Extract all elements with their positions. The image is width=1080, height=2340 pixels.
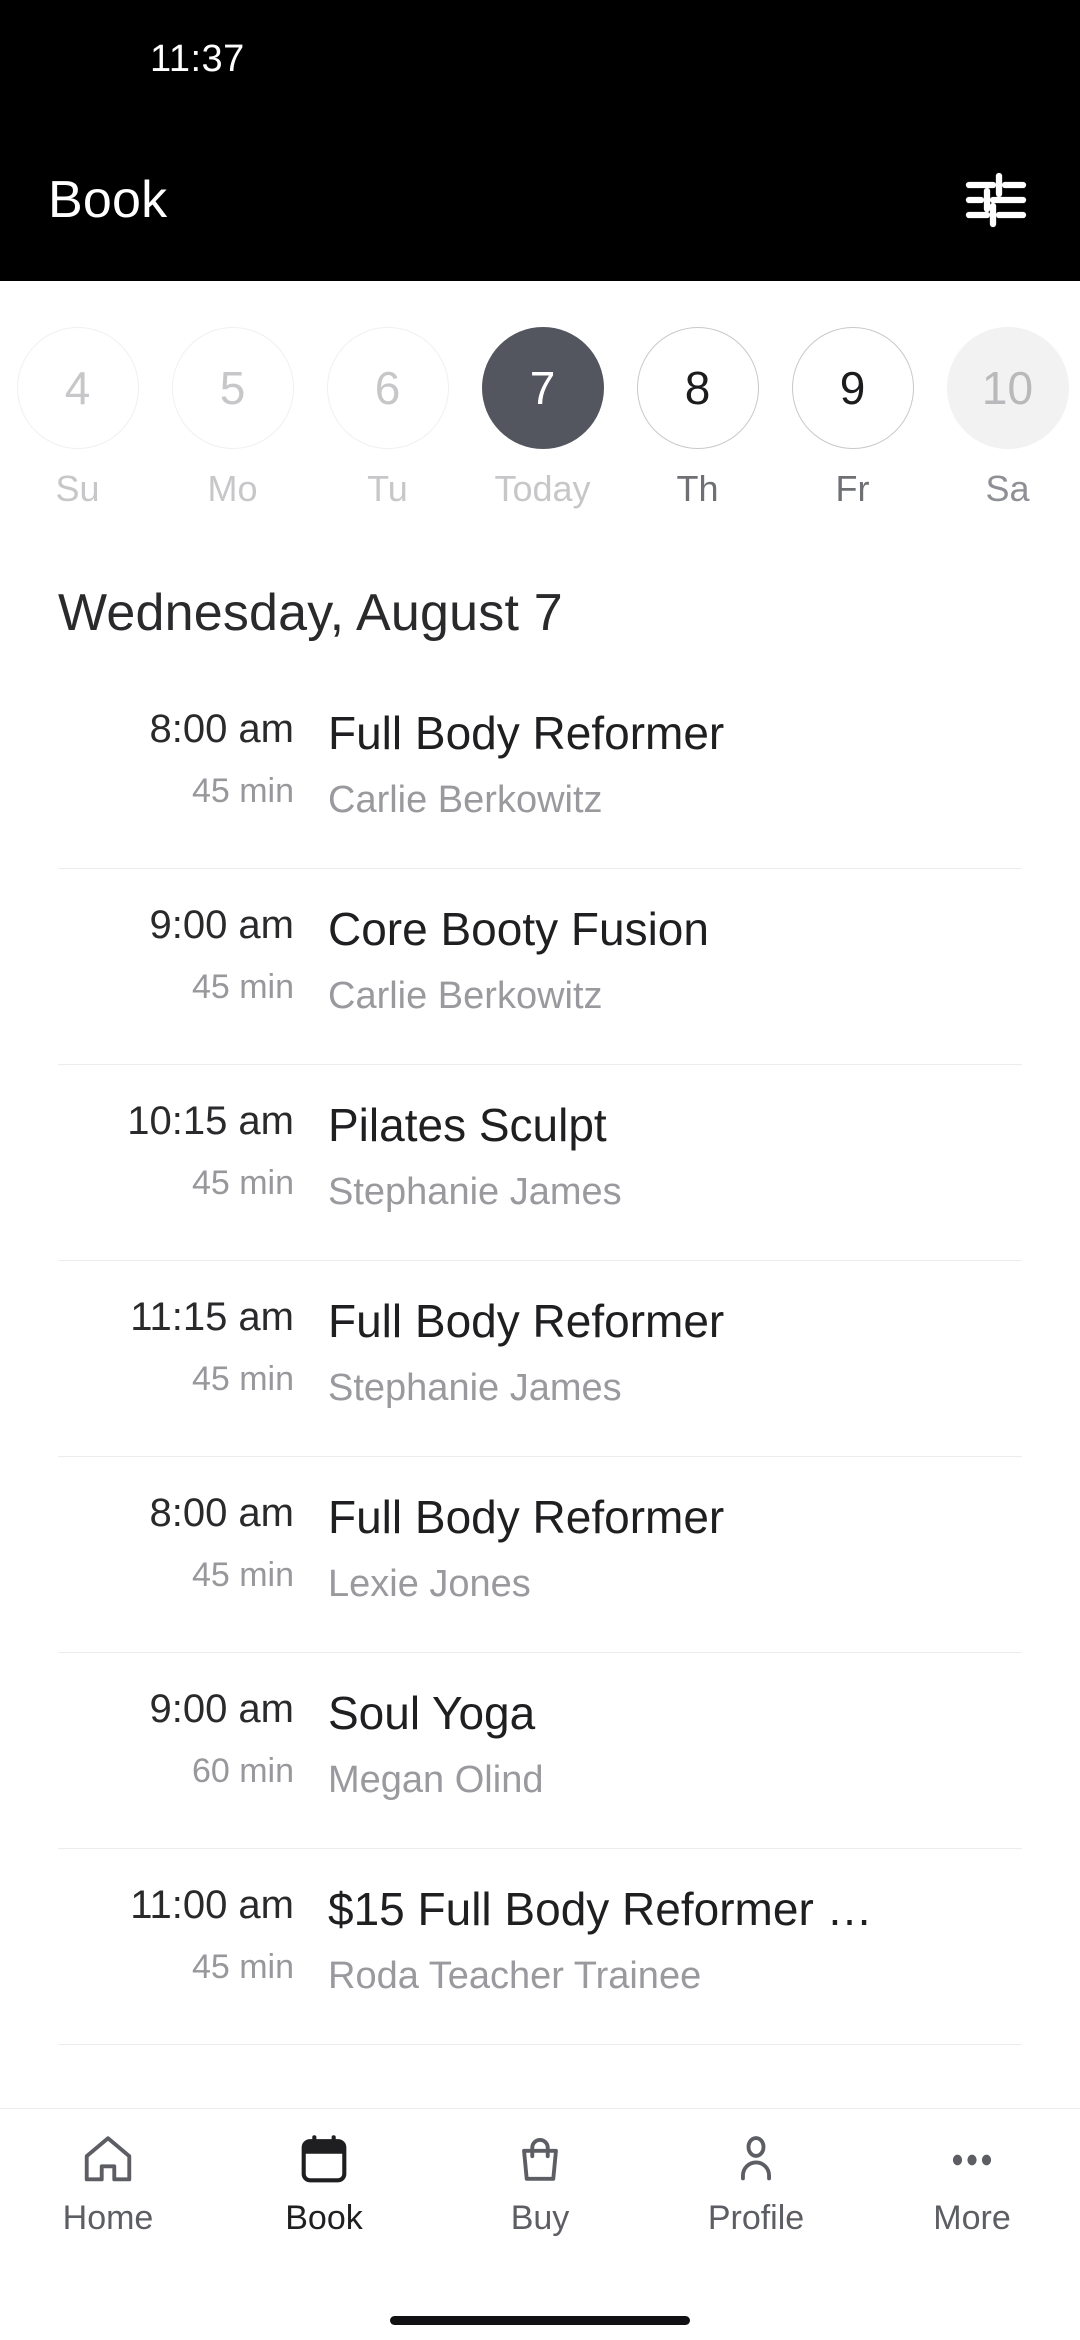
date-chip-number: 8 (636, 327, 759, 449)
class-info-column: Full Body Reformer Stephanie James (318, 1295, 1022, 1410)
class-start-time: 8:00 am (149, 707, 294, 751)
class-row[interactable]: 10:15 am 45 min Pilates Sculpt Stephanie Ja… (58, 1065, 1022, 1261)
nav-item-buy[interactable]: Buy (432, 2131, 648, 2235)
class-duration: 45 min (191, 772, 294, 810)
date-chip-number: 4 (16, 327, 139, 449)
class-title: $15 Full Body Reformer … (328, 1883, 873, 1935)
date-chip-number: 9 (791, 327, 914, 449)
date-chip-number: 5 (171, 327, 294, 449)
status-bar-clock: 11:37 (150, 37, 245, 80)
class-row[interactable]: 9:00 am 60 min Soul Yoga Megan Olind (58, 1653, 1022, 1849)
class-info-column: Soul Yoga Megan Olind (318, 1687, 1022, 1802)
date-chip-label: Su (55, 468, 100, 509)
class-start-time: 8:00 am (149, 1491, 294, 1535)
nav-item-label: More (933, 2199, 1011, 2237)
person-icon (727, 2131, 785, 2189)
class-title: Core Booty Fusion (328, 903, 709, 955)
bag-icon (511, 2131, 569, 2189)
filter-button[interactable] (960, 164, 1032, 236)
date-chip-label: Th (676, 468, 719, 509)
class-time-column: 11:00 am 45 min (58, 1883, 318, 1986)
class-row[interactable]: 9:00 am 45 min Core Booty Fusion Carlie Ber… (58, 869, 1022, 1065)
class-row[interactable]: 11:00 am 45 min $15 Full Body Reformer … Ro… (58, 1849, 1022, 2045)
date-chip-label: Today (494, 468, 591, 509)
class-row[interactable]: 8:00 am 45 min Full Body Reformer Lexie Jon… (58, 1457, 1022, 1653)
home-icon (79, 2131, 137, 2189)
class-duration: 45 min (191, 1556, 294, 1594)
class-info-column: Full Body Reformer Lexie Jones (318, 1491, 1022, 1606)
date-strip[interactable]: 4 Su 5 Mo 6 Tu 7 Today 8 Th 9 Fr 10 Sa (0, 281, 1080, 521)
class-start-time: 10:15 am (127, 1099, 294, 1143)
date-chip-label: Mo (207, 468, 258, 509)
class-instructor: Carlie Berkowitz (328, 974, 603, 1017)
class-info-column: Pilates Sculpt Stephanie James (318, 1099, 1022, 1214)
date-chip-number: 7 (481, 327, 604, 449)
class-start-time: 11:15 am (130, 1295, 294, 1339)
class-time-column: 8:00 am 45 min (58, 1491, 318, 1594)
class-time-column: 8:00 am 45 min (58, 707, 318, 810)
class-row[interactable]: 11:15 am 45 min Full Body Reformer Stephani… (58, 1261, 1022, 1457)
class-duration: 45 min (191, 1164, 294, 1202)
class-instructor: Roda Teacher Trainee (328, 1954, 702, 1997)
date-chip-10[interactable]: 10 Sa (930, 327, 1080, 507)
nav-item-label: Home (62, 2199, 154, 2237)
home-indicator (390, 2315, 690, 2325)
bottom-navigation[interactable]: Home Book Buy Profile More (0, 2108, 1080, 2300)
class-title: Full Body Reformer (328, 707, 725, 759)
class-row[interactable]: 8:00 am 45 min Full Body Reformer Carlie Be… (58, 673, 1022, 869)
nav-item-more[interactable]: More (864, 2131, 1080, 2235)
class-info-column: Core Booty Fusion Carlie Berkowitz (318, 903, 1022, 1018)
ellipsis-icon (943, 2131, 1001, 2189)
class-duration: 60 min (191, 1752, 294, 1790)
class-duration: 45 min (191, 1360, 294, 1398)
class-duration: 45 min (191, 968, 294, 1006)
tune-icon (965, 172, 1027, 227)
calendar-icon (295, 2131, 353, 2189)
class-start-time: 9:00 am (149, 1687, 294, 1731)
class-title: Soul Yoga (328, 1687, 536, 1739)
date-chip-label: Fr (835, 468, 870, 509)
date-chip-5: 5 Mo (155, 327, 310, 507)
class-time-column: 11:15 am 45 min (58, 1295, 318, 1398)
date-chip-8[interactable]: 8 Th (620, 327, 775, 507)
class-instructor: Stephanie James (328, 1170, 622, 1213)
class-title: Pilates Sculpt (328, 1099, 607, 1151)
date-chip-number: 10 (946, 327, 1069, 449)
date-chip-label: Sa (985, 468, 1030, 509)
nav-item-book[interactable]: Book (216, 2131, 432, 2235)
date-chip-9[interactable]: 9 Fr (775, 327, 930, 507)
class-title: Full Body Reformer (328, 1295, 725, 1347)
class-instructor: Lexie Jones (328, 1562, 531, 1605)
nav-item-label: Buy (510, 2199, 570, 2237)
nav-item-profile[interactable]: Profile (648, 2131, 864, 2235)
class-instructor: Stephanie James (328, 1366, 622, 1409)
app-bar: Book (0, 118, 1080, 281)
nav-item-label: Book (285, 2199, 363, 2237)
date-chip-number: 6 (326, 327, 449, 449)
page-title: Book (48, 170, 168, 229)
class-info-column: $15 Full Body Reformer … Roda Teacher Tra… (318, 1883, 1022, 1998)
class-start-time: 11:00 am (130, 1883, 294, 1927)
class-time-column: 9:00 am 60 min (58, 1687, 318, 1790)
date-chip-4: 4 Su (0, 327, 155, 507)
class-list: 8:00 am 45 min Full Body Reformer Carlie Be… (0, 673, 1080, 2108)
home-indicator-area (0, 2300, 1080, 2340)
app-screen: 11:37 Book 4 Su 5 Mo 6 Tu 7 Today 8 Th 9… (0, 0, 1080, 2340)
nav-item-home[interactable]: Home (0, 2131, 216, 2235)
class-info-column: Full Body Reformer Carlie Berkowitz (318, 707, 1022, 822)
date-chip-label: Tu (367, 468, 408, 509)
class-instructor: Megan Olind (328, 1758, 544, 1801)
class-title: Full Body Reformer (328, 1491, 725, 1543)
date-chip-7[interactable]: 7 Today (465, 327, 620, 507)
date-chip-6: 6 Tu (310, 327, 465, 507)
class-instructor: Carlie Berkowitz (328, 778, 603, 821)
top-black-area: 11:37 Book (0, 0, 1080, 281)
nav-item-label: Profile (707, 2199, 805, 2237)
status-bar: 11:37 (0, 0, 1080, 118)
day-heading: Wednesday, August 7 (58, 584, 563, 642)
class-time-column: 9:00 am 45 min (58, 903, 318, 1006)
class-duration: 45 min (191, 1948, 294, 1986)
class-time-column: 10:15 am 45 min (58, 1099, 318, 1202)
class-start-time: 9:00 am (149, 903, 294, 947)
